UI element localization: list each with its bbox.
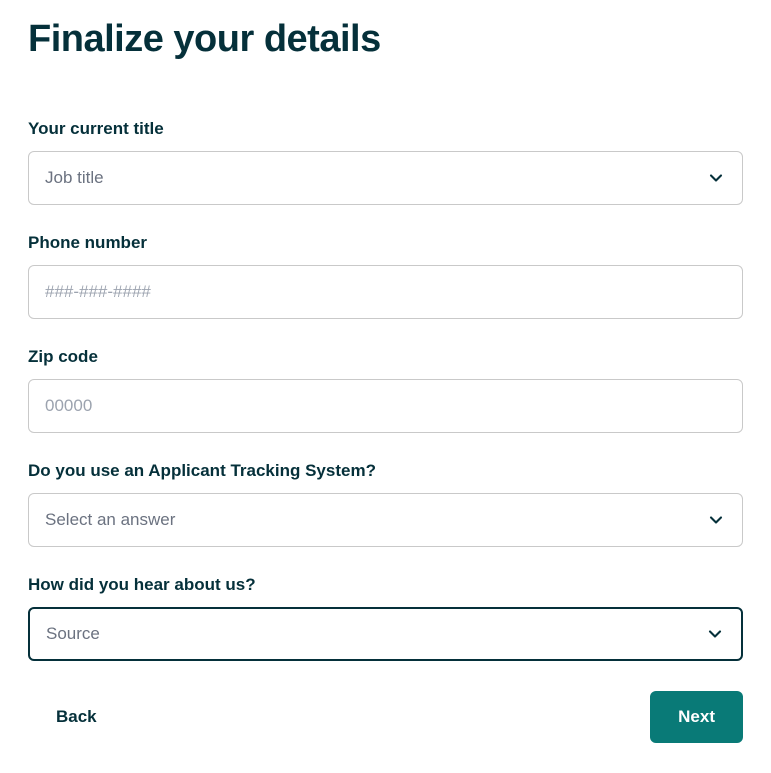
next-button[interactable]: Next xyxy=(650,691,743,743)
job-title-label: Your current title xyxy=(28,119,743,139)
source-placeholder: Source xyxy=(46,624,100,644)
chevron-down-icon xyxy=(706,168,726,188)
button-row: Back Next xyxy=(28,691,743,743)
phone-input[interactable] xyxy=(28,265,743,319)
phone-label: Phone number xyxy=(28,233,743,253)
ats-select[interactable]: Select an answer xyxy=(28,493,743,547)
job-title-group: Your current title Job title xyxy=(28,119,743,205)
chevron-down-icon xyxy=(705,624,725,644)
chevron-down-icon xyxy=(706,510,726,530)
ats-label: Do you use an Applicant Tracking System? xyxy=(28,461,743,481)
phone-group: Phone number xyxy=(28,233,743,319)
job-title-placeholder: Job title xyxy=(45,168,104,188)
zip-input[interactable] xyxy=(28,379,743,433)
zip-label: Zip code xyxy=(28,347,743,367)
source-group: How did you hear about us? Source xyxy=(28,575,743,661)
source-select[interactable]: Source xyxy=(28,607,743,661)
ats-group: Do you use an Applicant Tracking System?… xyxy=(28,461,743,547)
page-title: Finalize your details xyxy=(28,18,743,61)
job-title-select[interactable]: Job title xyxy=(28,151,743,205)
back-button[interactable]: Back xyxy=(56,707,97,727)
ats-placeholder: Select an answer xyxy=(45,510,175,530)
zip-group: Zip code xyxy=(28,347,743,433)
source-label: How did you hear about us? xyxy=(28,575,743,595)
